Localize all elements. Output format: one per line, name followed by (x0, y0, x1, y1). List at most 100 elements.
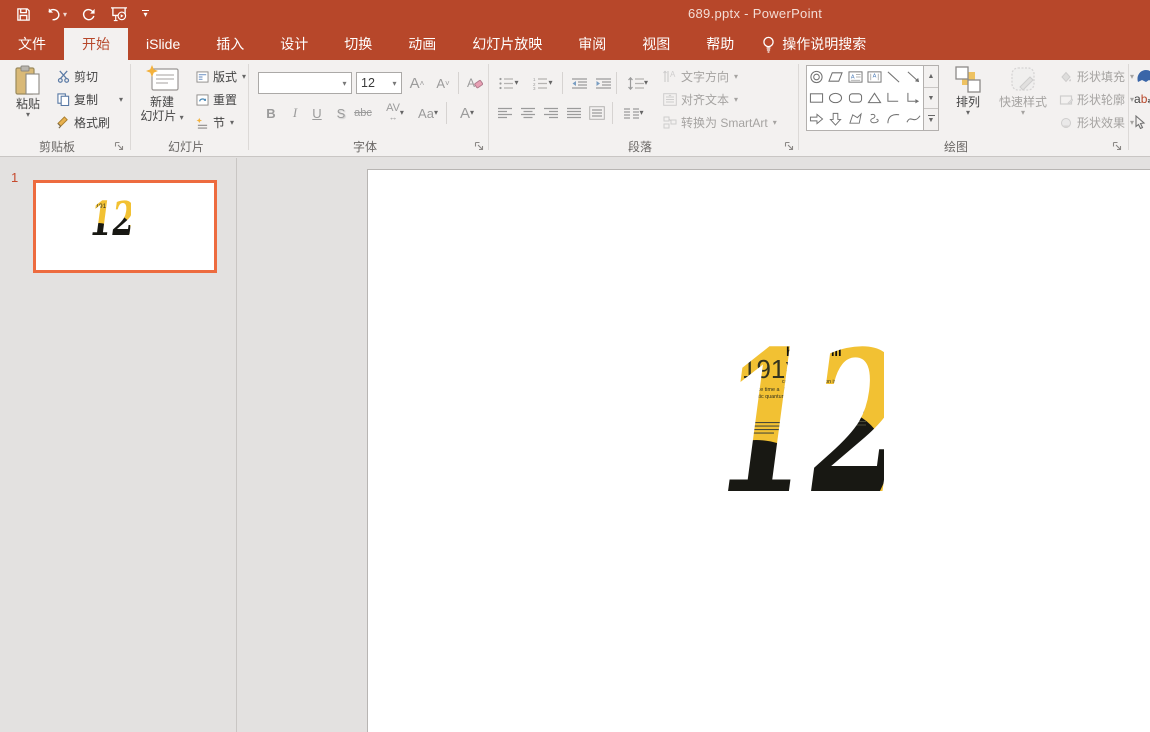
shape-effects-button[interactable]: 形状效果 ▾ (1056, 112, 1137, 133)
undo-button[interactable]: ▾ (43, 3, 69, 25)
shape-curve[interactable] (904, 109, 923, 130)
shape-rectangle[interactable] (807, 87, 826, 108)
quick-styles-dropdown-icon[interactable]: ▾ (1021, 109, 1025, 117)
line-spacing-button[interactable]: ▾ (622, 72, 654, 94)
gallery-scroll-down-button[interactable]: ▼ (924, 88, 938, 110)
columns-button[interactable]: ▾ (618, 102, 650, 124)
section-button[interactable]: 节 ▾ (193, 112, 237, 133)
section-dropdown-icon[interactable]: ▾ (230, 118, 234, 127)
shape-line[interactable] (884, 66, 903, 87)
slide-thumbnail-selected[interactable]: 12 191 (33, 180, 217, 273)
drawing-dialog-launcher[interactable] (1112, 141, 1123, 152)
shape-text-box[interactable]: A (846, 66, 865, 87)
bullets-dropdown-icon[interactable]: ▾ (514, 79, 518, 87)
paste-dropdown-icon[interactable]: ▾ (26, 111, 30, 119)
shape-donut[interactable] (807, 66, 826, 87)
align-left-button[interactable] (494, 102, 516, 124)
numbering-button[interactable]: 123 ▾ (528, 72, 558, 94)
numbering-dropdown-icon[interactable]: ▾ (548, 79, 552, 87)
tab-animations[interactable]: 动画 (390, 28, 454, 60)
text-direction-dropdown-icon[interactable]: ▾ (734, 72, 738, 81)
font-name-combobox[interactable]: ▾ (258, 72, 352, 94)
quick-styles-button[interactable]: 快速样式 ▾ (994, 62, 1052, 126)
shape-fill-button[interactable]: 形状填充 ▾ (1056, 66, 1137, 87)
tab-help[interactable]: 帮助 (688, 28, 752, 60)
font-color-button[interactable]: A ▾ (452, 102, 482, 124)
shape-elbow-connector[interactable] (884, 87, 903, 108)
paste-button[interactable]: 粘贴 ▾ (5, 62, 51, 126)
font-size-value[interactable]: 12 (357, 76, 387, 90)
change-case-button[interactable]: Aa ▾ (414, 102, 442, 124)
justify-button[interactable] (563, 102, 585, 124)
tab-design[interactable]: 设计 (262, 28, 326, 60)
bold-button[interactable]: B (260, 102, 282, 124)
gallery-scroll-up-button[interactable]: ▲ (924, 66, 938, 88)
tell-me-search[interactable]: 操作说明搜索 (752, 28, 876, 60)
find-button[interactable] (1134, 64, 1150, 87)
layout-dropdown-icon[interactable]: ▾ (242, 72, 246, 81)
convert-smartart-button[interactable]: 转换为 SmartArt ▾ (660, 112, 780, 133)
font-size-dropdown-icon[interactable]: ▾ (387, 79, 401, 88)
gallery-more-button[interactable]: ▼ (924, 109, 938, 130)
clipboard-dialog-launcher[interactable] (114, 141, 125, 152)
font-size-combobox[interactable]: 12 ▾ (356, 72, 402, 94)
shape-arc[interactable] (884, 109, 903, 130)
slideshow-from-start-icon[interactable] (108, 3, 130, 25)
cut-button[interactable]: 剪切 (54, 66, 101, 87)
change-case-dropdown-icon[interactable]: ▾ (434, 109, 438, 117)
copy-button[interactable]: 复制 ▾ (54, 89, 126, 110)
format-painter-button[interactable]: 格式刷 (54, 112, 113, 133)
distribute-text-button[interactable] (586, 102, 608, 124)
shape-triangle[interactable] (865, 87, 884, 108)
slide-1[interactable]: 12 191 Space time a relativistic quantum (367, 169, 1150, 732)
tab-insert[interactable]: 插入 (198, 28, 262, 60)
clear-formatting-button[interactable]: A (464, 72, 486, 94)
shape-right-arrow[interactable] (807, 109, 826, 130)
arrange-dropdown-icon[interactable]: ▾ (966, 109, 970, 117)
tab-file[interactable]: 文件 (0, 28, 64, 60)
decrease-indent-button[interactable] (568, 72, 590, 94)
shape-oval[interactable] (826, 87, 845, 108)
arrange-button[interactable]: 排列 ▾ (946, 62, 990, 126)
shape-down-arrow[interactable] (826, 109, 845, 130)
underline-button[interactable]: U (306, 102, 328, 124)
tab-transitions[interactable]: 切换 (326, 28, 390, 60)
align-center-button[interactable] (517, 102, 539, 124)
character-spacing-dropdown-icon[interactable]: ▾ (400, 109, 404, 117)
shape-parallelogram[interactable] (826, 66, 845, 87)
tab-slideshow[interactable]: 幻灯片放映 (454, 28, 560, 60)
columns-dropdown-icon[interactable]: ▾ (639, 109, 643, 117)
undo-dropdown-icon[interactable]: ▾ (63, 10, 67, 19)
align-right-button[interactable] (540, 102, 562, 124)
reset-button[interactable]: 重置 (193, 89, 240, 110)
strikethrough-button[interactable]: abc (352, 102, 374, 124)
layout-button[interactable]: 版式 ▾ (193, 66, 249, 87)
slide-editing-canvas[interactable]: 12 191 Space time a relativistic quantum (238, 158, 1150, 732)
paragraph-dialog-launcher[interactable] (784, 141, 795, 152)
redo-button[interactable] (79, 3, 98, 25)
select-button[interactable] (1134, 110, 1150, 133)
customize-qat-icon[interactable]: ▾ (140, 3, 151, 25)
shape-line-arrow[interactable] (904, 66, 923, 87)
replace-button[interactable]: ab⇄ (1134, 87, 1150, 110)
new-slide-button[interactable]: 新建 幻灯片 ▾ (135, 62, 189, 126)
smartart-dropdown-icon[interactable]: ▾ (773, 118, 777, 127)
increase-indent-button[interactable] (592, 72, 614, 94)
font-name-dropdown-icon[interactable]: ▾ (337, 79, 351, 88)
text-shadow-button[interactable]: S (330, 102, 352, 124)
tab-review[interactable]: 审阅 (560, 28, 624, 60)
bullets-button[interactable]: ▾ (494, 72, 524, 94)
text-direction-button[interactable]: A 文字方向 ▾ (660, 66, 741, 87)
align-text-dropdown-icon[interactable]: ▾ (734, 95, 738, 104)
font-color-dropdown-icon[interactable]: ▾ (470, 109, 474, 117)
tab-islide[interactable]: iSlide (128, 28, 198, 60)
tab-view[interactable]: 视图 (624, 28, 688, 60)
save-icon[interactable] (14, 3, 33, 25)
tab-home[interactable]: 开始 (64, 28, 128, 60)
italic-button[interactable]: I (284, 102, 306, 124)
shape-vertical-text-box[interactable]: A (865, 66, 884, 87)
shape-rounded-rectangle[interactable] (846, 87, 865, 108)
new-slide-dropdown-icon[interactable]: ▾ (180, 113, 184, 122)
slide-thumbnail-panel[interactable]: 1 12 191 (0, 158, 237, 732)
increase-font-size-button[interactable]: A ˄ (406, 72, 428, 94)
